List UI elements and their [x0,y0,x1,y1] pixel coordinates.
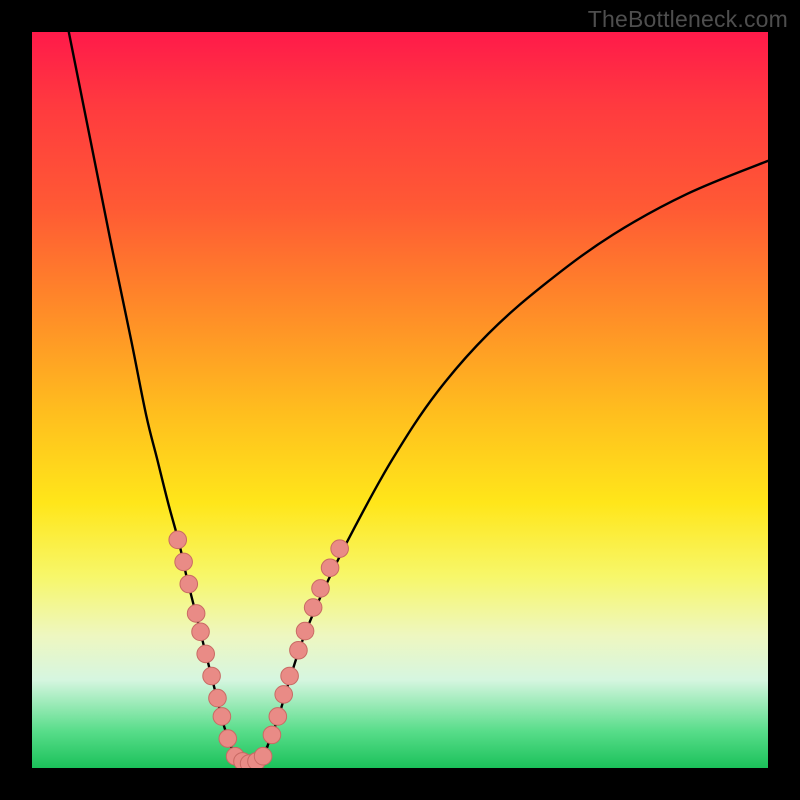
data-dot [187,605,205,623]
data-dot [263,726,281,744]
data-dot [169,531,187,549]
data-dot [269,708,287,726]
bottleneck-curve [69,32,768,764]
data-dot [254,747,272,765]
data-dot [209,689,227,707]
plot-area [32,32,768,768]
curve-overlay [32,32,768,768]
data-dot [180,575,198,593]
data-dot [197,645,215,663]
data-dot [304,599,322,617]
watermark-text: TheBottleneck.com [588,6,788,33]
data-dot [203,667,221,685]
data-dot [312,580,330,598]
data-dot [281,667,299,685]
data-dot [192,623,210,641]
data-dot [175,553,193,571]
data-dot [275,686,293,704]
data-dot [321,559,339,577]
data-dot [331,540,349,558]
data-dots [169,531,349,768]
chart-frame: TheBottleneck.com [0,0,800,800]
data-dot [213,708,231,726]
data-dot [219,730,237,748]
data-dot [296,622,314,640]
data-dot [290,641,308,659]
